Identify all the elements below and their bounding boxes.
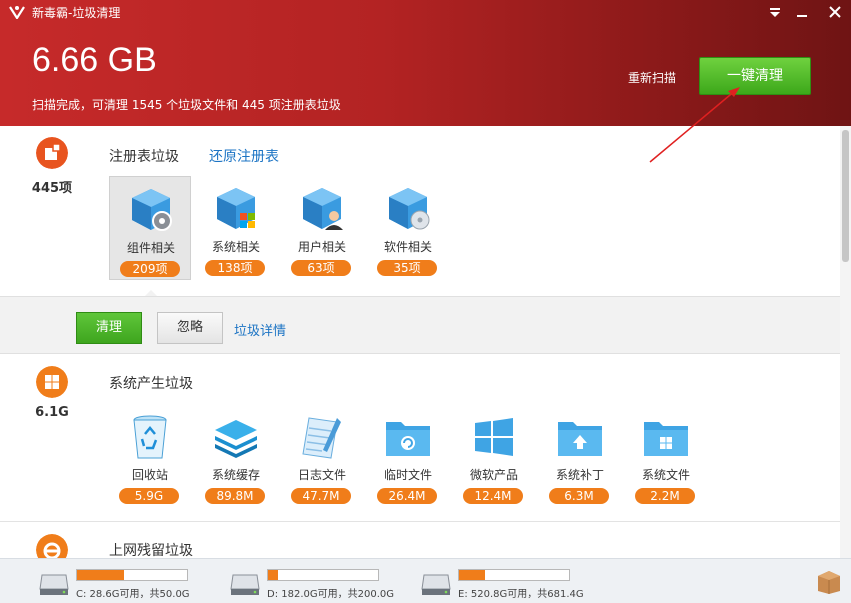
system-item-recycle-bin[interactable]: 回收站 5.9G [109, 404, 191, 508]
vertical-scrollbar[interactable] [840, 126, 851, 558]
system-item-patches[interactable]: 系统补丁 6.3M [539, 404, 621, 508]
user-cube-icon [303, 188, 343, 230]
system-section-icon [36, 366, 68, 398]
hard-drive-icon [421, 574, 451, 595]
system-item-microsoft[interactable]: 微软产品 12.4M [453, 404, 535, 508]
drive-usage-fill [77, 570, 125, 580]
item-label: 临时文件 [383, 468, 432, 482]
registry-item-system[interactable]: 系统相关 138项 [195, 176, 277, 280]
item-label: 系统相关 [211, 240, 260, 254]
item-count-badge: 209项 [120, 261, 180, 277]
duba-logo-icon [9, 6, 25, 19]
header-banner: 新毒霸-垃圾清理 6.66 GB 扫描完成，可清理 1545 个垃圾文件和 44… [0, 0, 851, 126]
item-size-badge: 89.8M [205, 488, 265, 504]
microsoft-windows-icon [475, 418, 513, 456]
internet-junk-title: 上网残留垃圾 [109, 543, 193, 558]
drive-capacity-text: C: 28.6G可用，共50.0G [76, 589, 190, 600]
item-size-badge: 5.9G [119, 488, 179, 504]
window-title: 新毒霸-垃圾清理 [32, 6, 121, 20]
recycle-bin-icon [133, 415, 167, 459]
junk-list[interactable]: 445项 注册表垃圾 还原注册表 组件相关 209项 系统相关 138项 用户相… [0, 126, 840, 558]
registry-action-bar: 清理 忽略 垃圾详情 [0, 296, 840, 354]
temp-folder-icon [386, 422, 430, 456]
restore-registry-link[interactable]: 还原注册表 [209, 146, 279, 166]
system-junk-title: 系统产生垃圾 [109, 376, 193, 392]
registry-count: 445项 [31, 181, 73, 196]
scrollbar-thumb[interactable] [842, 130, 849, 262]
registry-item-components[interactable]: 组件相关 209项 [109, 176, 191, 280]
one-click-clean-button[interactable]: 一键清理 [699, 57, 811, 95]
title-bar: 新毒霸-垃圾清理 [0, 0, 851, 24]
item-label: 组件相关 [126, 241, 175, 255]
log-file-icon [302, 417, 341, 459]
menu-icon[interactable] [766, 3, 784, 21]
system-item-logs[interactable]: 日志文件 47.7M [281, 404, 363, 508]
item-count-badge: 138项 [205, 260, 265, 276]
close-icon[interactable] [826, 3, 844, 21]
ie-browser-icon [36, 534, 68, 558]
software-cube-icon [389, 188, 430, 230]
drive-usage-fill [459, 570, 486, 580]
drive-usage-bar [267, 569, 379, 581]
ignore-button[interactable]: 忽略 [157, 312, 223, 344]
junk-size-total: 6.66 GB [32, 41, 157, 79]
system-item-temp[interactable]: 临时文件 26.4M [367, 404, 449, 508]
registry-item-software[interactable]: 软件相关 35项 [367, 176, 449, 280]
item-label: 系统缓存 [211, 468, 260, 482]
patch-folder-icon [558, 422, 602, 456]
system-item-system-files[interactable]: 系统文件 2.2M [625, 404, 707, 508]
drive-status-bar: C: 28.6G可用，共50.0G D: 182.0G可用，共200.0G E:… [0, 558, 851, 603]
item-label: 软件相关 [383, 240, 432, 254]
item-size-badge: 12.4M [463, 488, 523, 504]
drive-usage-bar [76, 569, 188, 581]
drive-usage-fill [268, 570, 278, 580]
hard-drive-icon [39, 574, 69, 595]
system-folder-icon [644, 422, 688, 456]
scan-summary: 扫描完成，可清理 1545 个垃圾文件和 445 项注册表垃圾 [32, 98, 341, 112]
registry-section-icon [36, 137, 68, 169]
drive-capacity-text: D: 182.0G可用，共200.0G [267, 589, 395, 600]
layers-cache-icon [215, 420, 257, 458]
registry-item-user[interactable]: 用户相关 63项 [281, 176, 363, 280]
minimize-icon[interactable] [793, 3, 811, 21]
registry-title: 注册表垃圾 [109, 149, 179, 165]
rescan-link[interactable]: 重新扫描 [628, 69, 676, 86]
item-label: 回收站 [131, 468, 168, 482]
component-cube-icon [132, 189, 172, 231]
item-count-badge: 35项 [377, 260, 437, 276]
item-size-badge: 47.7M [291, 488, 351, 504]
section-divider [0, 521, 840, 522]
hard-drive-icon [230, 574, 260, 595]
item-label: 微软产品 [469, 468, 518, 482]
system-item-cache[interactable]: 系统缓存 89.8M [195, 404, 277, 508]
item-size-badge: 26.4M [377, 488, 437, 504]
item-label: 系统补丁 [555, 468, 604, 482]
clean-button[interactable]: 清理 [76, 312, 142, 344]
toolbox-icon[interactable] [815, 567, 843, 595]
item-label: 系统文件 [641, 468, 690, 482]
item-count-badge: 63项 [291, 260, 351, 276]
item-size-badge: 2.2M [635, 488, 695, 504]
junk-detail-link[interactable]: 垃圾详情 [234, 320, 286, 339]
drive-capacity-text: E: 520.8G可用，共681.4G [458, 589, 584, 600]
windows-cube-icon [217, 188, 255, 229]
item-label: 用户相关 [297, 240, 346, 254]
drive-usage-bar [458, 569, 570, 581]
item-label: 日志文件 [297, 468, 346, 482]
system-junk-size: 6.1G [35, 405, 69, 420]
item-size-badge: 6.3M [549, 488, 609, 504]
